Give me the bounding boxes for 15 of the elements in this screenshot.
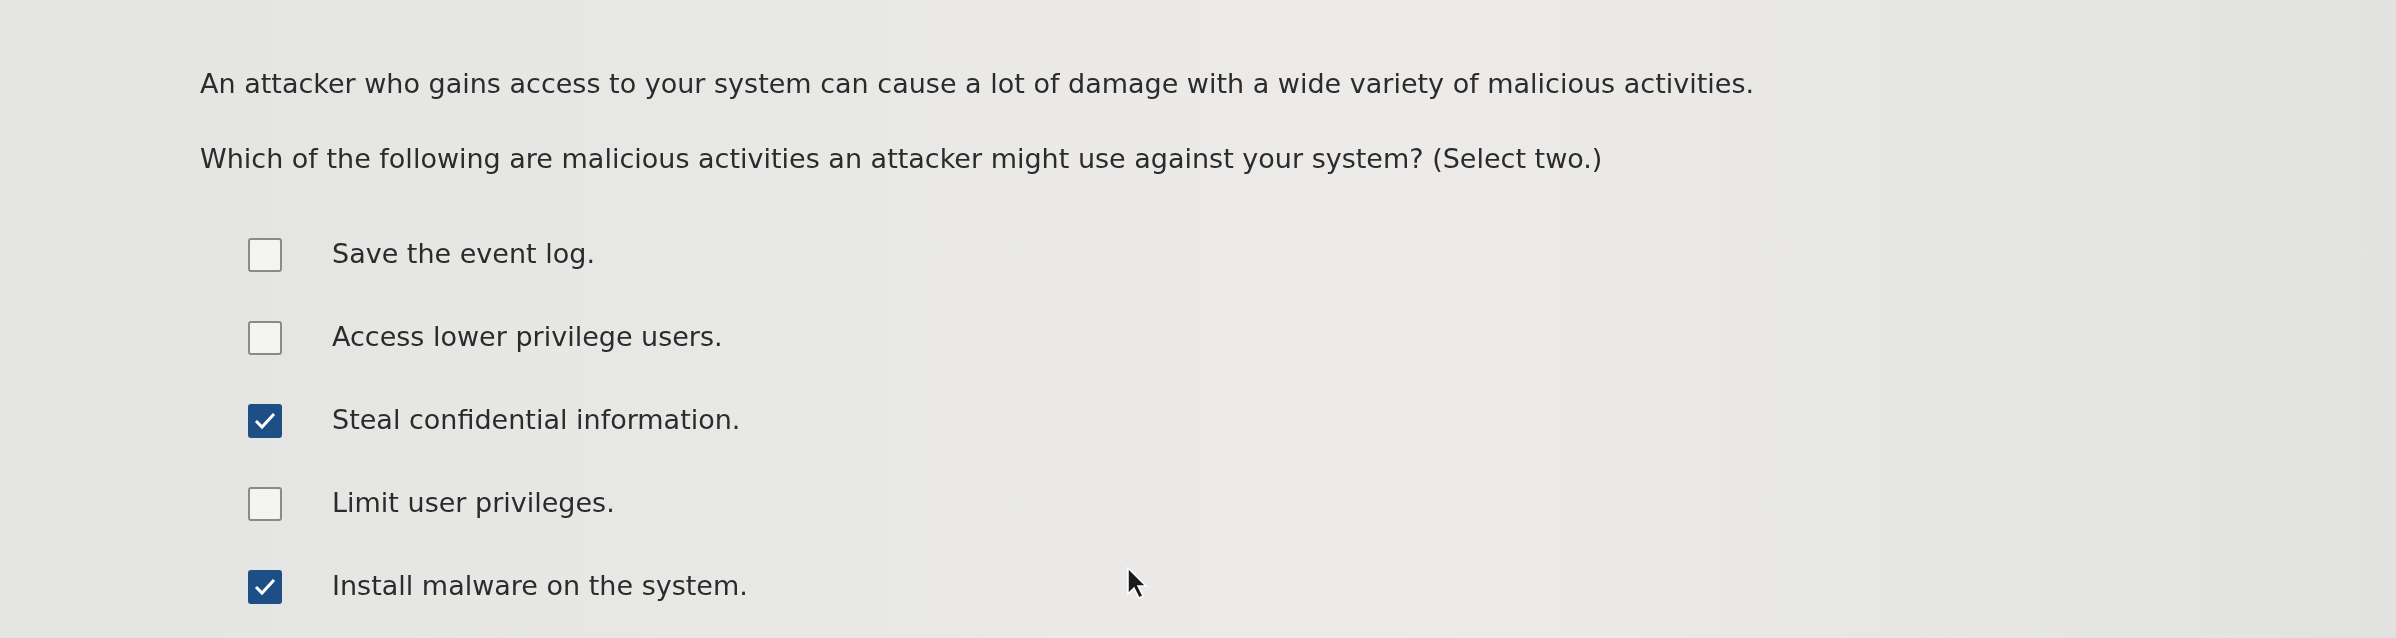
checkbox[interactable]	[248, 403, 282, 438]
intro-text: An attacker who gains access to your system can cause a lot of damage with a wide variety of malicious activities.	[200, 67, 1756, 101]
checkbox[interactable]	[248, 486, 282, 521]
checkbox[interactable]	[248, 237, 282, 272]
option-label: Access lower privilege users.	[332, 320, 723, 355]
checkbox[interactable]	[248, 320, 282, 355]
check-icon	[254, 577, 276, 596]
option-label: Save the event log.	[332, 237, 595, 272]
checkbox[interactable]	[248, 569, 282, 604]
option-label: Install malware on the system.	[332, 569, 748, 604]
mouse-pointer-icon	[1126, 566, 1148, 600]
question-text: Which of the following are malicious activities an attacker might use against your system? (Select two.)	[200, 141, 1604, 176]
check-icon	[254, 411, 276, 430]
option-label: Steal confidential information.	[332, 403, 741, 438]
option-label: Limit user privileges.	[332, 486, 615, 521]
